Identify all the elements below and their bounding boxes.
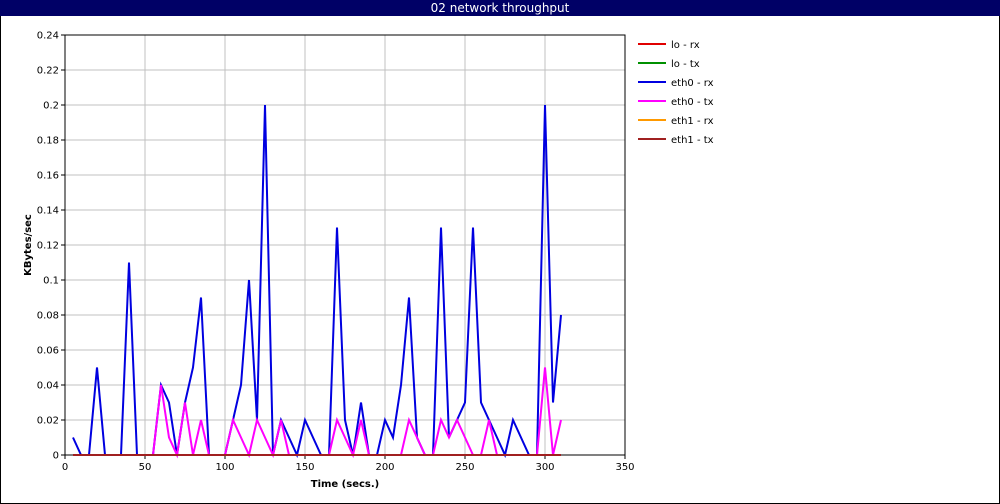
- y-tick-label: 0.2: [43, 101, 59, 112]
- legend: lo - rx lo - tx eth0 - rx eth0 - tx eth1 - r…: [638, 40, 714, 146]
- y-tick-label: 0.06: [37, 346, 59, 357]
- y-tick-label: 0.02: [37, 416, 59, 427]
- series-line-eth0-tx: [73, 367, 562, 459]
- x-tick-label: 250: [455, 462, 474, 473]
- x-tick-label: 0: [62, 462, 68, 473]
- y-tick-label: 0: [53, 451, 59, 462]
- y-tick-label: 0.04: [37, 381, 59, 392]
- y-tick-label: 0.08: [37, 311, 59, 322]
- legend-label: eth1 - tx: [671, 135, 714, 146]
- x-tick-label: 150: [295, 462, 314, 473]
- legend-label: eth0 - rx: [671, 78, 714, 89]
- legend-label: eth0 - tx: [671, 97, 714, 108]
- y-tick-label: 0.16: [37, 171, 59, 182]
- x-tick-label: 300: [535, 462, 554, 473]
- y-tick-label: 0.18: [37, 136, 59, 147]
- x-tick-label: 50: [139, 462, 152, 473]
- x-axis-label: Time (secs.): [311, 479, 380, 490]
- y-tick-label: 0.1: [43, 276, 59, 287]
- y-tick-label: 0.22: [37, 66, 59, 77]
- legend-label: lo - tx: [671, 59, 700, 70]
- y-axis-label: KBytes/sec: [23, 214, 34, 276]
- line-chart: 0 50 100 150 200 250 300 350 0 0.02 0.04 0.06 0.08 0.…: [23, 31, 714, 491]
- y-tick-label: 0.24: [37, 31, 59, 42]
- x-tick-label: 200: [375, 462, 394, 473]
- legend-label: lo - rx: [671, 40, 700, 51]
- x-tick-label: 350: [615, 462, 634, 473]
- legend-label: eth1 - rx: [671, 116, 714, 127]
- x-tick-label: 100: [215, 462, 234, 473]
- y-tick-label: 0.12: [37, 241, 59, 252]
- y-tick-label: 0.14: [37, 206, 59, 217]
